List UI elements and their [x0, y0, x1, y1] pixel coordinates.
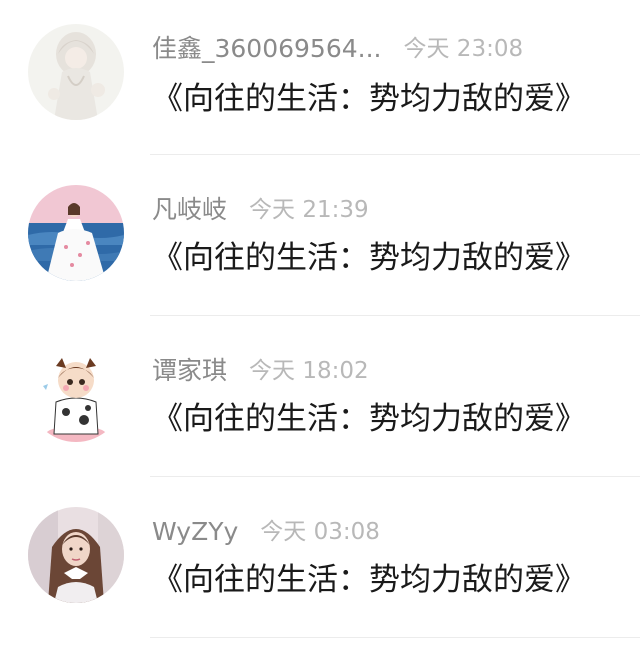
comment-meta: 谭家琪 今天 18:02 [152, 356, 369, 386]
comment-meta: 凡岐岐 今天 21:39 [152, 195, 369, 225]
avatar-cartoon-boy-cow-icon [28, 346, 124, 442]
username[interactable]: 凡岐岐 [152, 195, 227, 225]
username[interactable]: WyZYy [152, 517, 238, 547]
comment-item[interactable]: 凡岐岐 今天 21:39 《向往的生活：势均力敌的爱》 [0, 155, 640, 316]
username[interactable]: 佳鑫_360069564... [152, 34, 382, 64]
avatar-photo-girl-icon [28, 507, 124, 603]
avatar[interactable] [28, 346, 124, 442]
avatar[interactable] [28, 185, 124, 281]
comment-meta: WyZYy 今天 03:08 [152, 517, 380, 547]
comment-item[interactable]: 谭家琪 今天 18:02 《向往的生活：势均力敌的爱》 [0, 316, 640, 477]
comment-item[interactable]: WyZYy 今天 03:08 《向往的生活：势均力敌的爱》 [0, 477, 640, 638]
avatar-illustrated-girl-white-icon [28, 24, 124, 120]
username[interactable]: 谭家琪 [152, 356, 227, 386]
comment-text: 《向往的生活：势均力敌的爱》 [152, 562, 586, 598]
comment-text: 《向往的生活：势均力敌的爱》 [152, 401, 586, 437]
comment-list: 佳鑫_360069564... 今天 23:08 《向往的生活：势均力敌的爱》 [0, 0, 640, 638]
timestamp: 今天 18:02 [249, 358, 369, 384]
comment-text: 《向往的生活：势均力敌的爱》 [152, 240, 586, 276]
divider [150, 637, 640, 638]
timestamp: 今天 23:08 [403, 36, 524, 62]
comment-text: 《向往的生活：势均力敌的爱》 [152, 81, 586, 117]
avatar[interactable] [28, 24, 124, 120]
avatar-girl-by-sea-icon [28, 185, 124, 281]
avatar[interactable] [28, 507, 124, 603]
timestamp: 今天 21:39 [249, 197, 369, 223]
timestamp: 今天 03:08 [260, 519, 380, 545]
comment-item[interactable]: 佳鑫_360069564... 今天 23:08 《向往的生活：势均力敌的爱》 [0, 0, 640, 155]
comment-meta: 佳鑫_360069564... 今天 23:08 [152, 34, 523, 64]
